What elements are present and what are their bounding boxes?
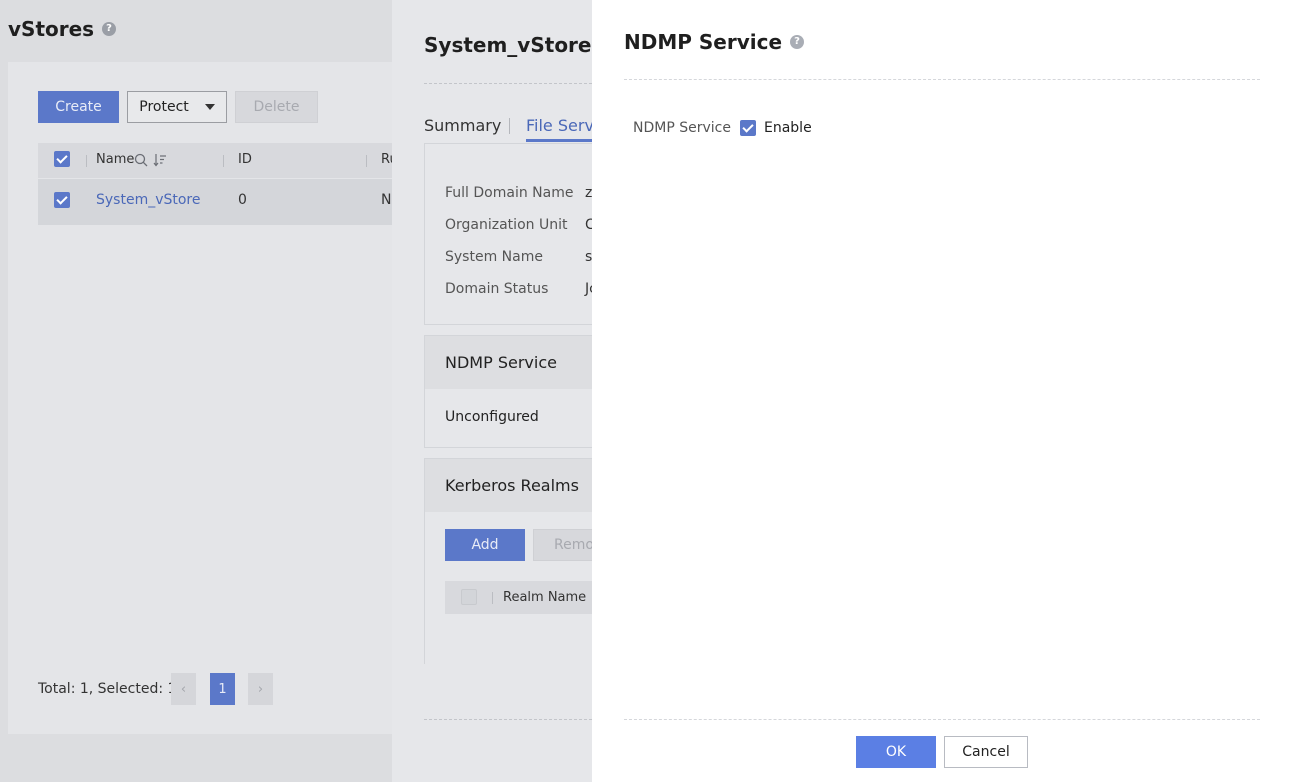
column-header-realm-name[interactable]: Realm Name <box>503 590 586 605</box>
column-divider <box>492 592 493 604</box>
row-checkbox[interactable] <box>54 192 70 208</box>
pagination-summary: Total: 1, Selected: 1 <box>38 681 177 697</box>
cancel-button[interactable]: Cancel <box>944 736 1028 768</box>
label-system-name: System Name <box>445 249 543 265</box>
vstore-id: 0 <box>238 192 247 208</box>
chevron-left-icon: ‹ <box>180 681 187 697</box>
ndmp-section-title: NDMP Service <box>445 353 557 372</box>
tab-summary[interactable]: Summary <box>424 116 501 135</box>
sort-icon[interactable] <box>153 153 167 171</box>
help-icon[interactable]: ? <box>102 22 117 36</box>
vstore-name-link[interactable]: System_vStore <box>96 192 201 208</box>
chevron-right-icon: › <box>257 681 264 697</box>
next-page-button[interactable]: › <box>248 673 273 705</box>
value-full-domain-name: z <box>585 185 592 201</box>
enable-checkbox[interactable] <box>740 120 756 136</box>
panel-title: System_vStore ? <box>424 33 592 57</box>
chevron-down-icon <box>204 104 215 110</box>
delete-button[interactable]: Delete <box>235 91 318 123</box>
select-all-checkbox[interactable] <box>54 151 70 167</box>
ndmp-service-drawer: NDMP Service ? NDMP Service Enable OK Ca… <box>592 0 1291 782</box>
ndmp-status: Unconfigured <box>445 409 539 425</box>
column-header-id[interactable]: ID <box>238 152 252 167</box>
column-divider <box>223 155 224 167</box>
column-divider <box>86 155 87 167</box>
add-realm-button[interactable]: Add <box>445 529 525 561</box>
divider <box>424 83 592 84</box>
divider <box>624 79 1260 80</box>
page-number-button[interactable]: 1 <box>210 673 235 705</box>
page-title-text: vStores <box>8 17 95 41</box>
drawer-title-text: NDMP Service <box>624 30 783 54</box>
vstore-status: N <box>381 192 392 208</box>
vstore-detail-panel: System_vStore ? Summary File Servi Full … <box>392 0 592 782</box>
value-organization-unit: C <box>585 217 592 233</box>
label-full-domain-name: Full Domain Name <box>445 185 574 201</box>
value-system-name: s <box>585 249 592 265</box>
realm-select-all-checkbox[interactable] <box>461 589 477 605</box>
page-title: vStores ? <box>8 17 117 41</box>
panel-title-text: System_vStore <box>424 33 592 57</box>
prev-page-button[interactable]: ‹ <box>171 673 196 705</box>
label-organization-unit: Organization Unit <box>445 217 568 233</box>
enable-checkbox-label[interactable]: Enable <box>764 120 812 136</box>
search-icon[interactable] <box>134 153 148 171</box>
column-header-name[interactable]: Name <box>96 152 134 167</box>
value-domain-status: Jc <box>585 281 592 297</box>
create-button[interactable]: Create <box>38 91 119 123</box>
active-tab-indicator <box>526 139 592 142</box>
label-domain-status: Domain Status <box>445 281 549 297</box>
tab-divider <box>509 118 510 134</box>
remove-realm-button[interactable]: Remo <box>533 529 592 561</box>
protect-dropdown-button[interactable]: Protect <box>127 91 227 123</box>
domain-info-box <box>424 143 592 325</box>
help-icon[interactable]: ? <box>790 35 805 49</box>
protect-label: Protect <box>139 99 189 115</box>
drawer-title: NDMP Service ? <box>624 30 805 54</box>
ok-button[interactable]: OK <box>856 736 936 768</box>
divider <box>624 719 1260 720</box>
divider <box>424 719 592 720</box>
ndmp-service-label: NDMP Service <box>633 120 731 136</box>
column-divider <box>366 155 367 167</box>
kerberos-section-title: Kerberos Realms <box>445 476 579 495</box>
tab-file-service[interactable]: File Servi <box>526 116 592 135</box>
